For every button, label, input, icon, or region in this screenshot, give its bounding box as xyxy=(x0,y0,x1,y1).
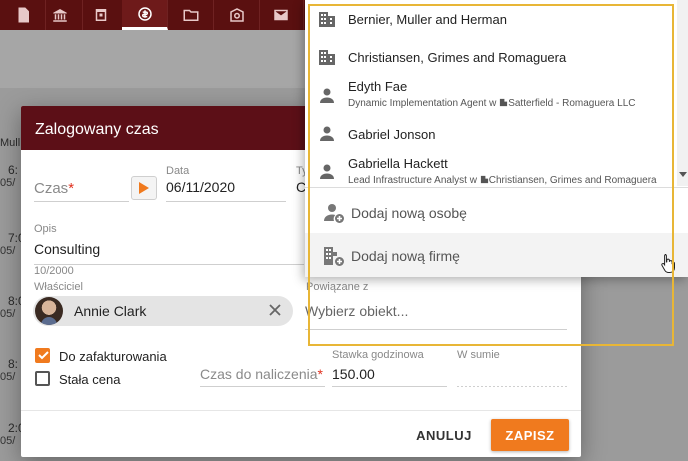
to-invoice-checkbox[interactable] xyxy=(35,348,50,363)
list-item-subtitle: Lead Infrastructure Analyst w Christians… xyxy=(348,175,657,186)
person-icon xyxy=(317,162,337,187)
total-label: W sumie xyxy=(457,349,500,361)
close-icon[interactable] xyxy=(267,302,283,318)
scroll-down-arrow[interactable] xyxy=(679,172,687,177)
description-label: Opis xyxy=(34,223,57,235)
related-label: Powiązane z xyxy=(306,281,369,293)
owner-chip[interactable]: Annie Clark xyxy=(33,296,293,326)
building-icon xyxy=(317,47,337,72)
add-company-button[interactable]: Dodaj nową firmę xyxy=(305,233,688,277)
add-company-label: Dodaj nową firmę xyxy=(351,248,460,264)
list-item-title: Christiansen, Grimes and Romaguera xyxy=(348,50,567,65)
background-row: 8:0 05/ xyxy=(0,294,25,320)
total-underline xyxy=(457,386,567,387)
related-underline xyxy=(305,329,567,330)
fixed-price-label: Stała cena xyxy=(59,372,121,387)
dropdown-scrollbar[interactable] xyxy=(677,0,688,186)
background-row: 7:0 05/ xyxy=(0,231,25,257)
person-icon xyxy=(317,124,337,149)
date-label: Data xyxy=(166,165,190,177)
list-item-subtitle: Dynamic Implementation Agent w Satterfie… xyxy=(348,98,636,109)
nav-mail-icon[interactable] xyxy=(258,0,304,30)
building-icon xyxy=(317,9,337,34)
list-item[interactable]: Gabriel Jonson xyxy=(305,118,677,150)
cancel-button[interactable]: ANULUJ xyxy=(407,420,481,450)
list-item[interactable]: Christiansen, Grimes and Romaguera xyxy=(305,38,677,74)
check-icon xyxy=(38,351,49,360)
hourly-rate-label: Stawka godzinowa xyxy=(332,349,424,361)
background-row: 2:0 05/ xyxy=(0,421,25,447)
nav-calendar-icon[interactable] xyxy=(78,0,124,30)
list-item[interactable]: Gabriella Hackett Lead Infrastructure An… xyxy=(305,150,677,188)
background-column-header: Mull xyxy=(0,137,21,149)
list-item-title: Edyth Fae xyxy=(348,79,408,94)
list-item[interactable]: Bernier, Muller and Herman xyxy=(305,0,677,38)
list-item-title: Bernier, Muller and Herman xyxy=(348,12,507,27)
avatar xyxy=(35,297,63,325)
time-field[interactable]: Czas* xyxy=(34,180,74,197)
building-icon xyxy=(500,98,508,107)
fixed-price-checkbox[interactable] xyxy=(35,371,50,386)
list-item[interactable]: Edyth Fae Dynamic Implementation Agent w… xyxy=(305,74,677,118)
play-icon xyxy=(139,182,149,194)
related-object-dropdown: Bernier, Muller and Herman Christiansen,… xyxy=(305,0,688,277)
description-counter: 10/2000 xyxy=(34,265,74,277)
to-invoice-label: Do zafakturowania xyxy=(59,349,167,364)
start-timer-button[interactable] xyxy=(131,176,157,200)
description-underline xyxy=(34,264,304,265)
save-button[interactable]: ZAPISZ xyxy=(491,419,569,451)
date-underline xyxy=(166,201,286,202)
related-input[interactable]: Wybierz obiekt... xyxy=(305,303,408,319)
description-input[interactable]: Consulting xyxy=(34,241,100,257)
person-icon xyxy=(317,86,337,111)
background-row: 6: 05/ xyxy=(0,163,19,189)
nav-bank-icon[interactable] xyxy=(37,0,83,30)
billable-time-input[interactable]: Czas do naliczenia* xyxy=(200,366,323,382)
hand-cursor-icon xyxy=(661,254,675,273)
add-company-icon xyxy=(323,245,345,272)
owner-name: Annie Clark xyxy=(74,303,147,319)
time-field-underline xyxy=(34,201,129,202)
hourly-rate-underline xyxy=(332,386,447,387)
billable-time-underline xyxy=(200,386,325,387)
nav-folder-icon[interactable] xyxy=(168,0,214,30)
list-item-title: Gabriella Hackett xyxy=(348,156,448,171)
owner-label: Właściciel xyxy=(34,281,83,293)
building-icon xyxy=(480,175,488,184)
nav-settings-icon[interactable] xyxy=(214,0,260,30)
list-item-title: Gabriel Jonson xyxy=(348,127,436,142)
add-person-label: Dodaj nową osobę xyxy=(351,205,467,221)
dropdown-divider xyxy=(305,187,688,188)
add-person-icon xyxy=(323,202,345,229)
nav-time-money-icon[interactable] xyxy=(122,0,168,30)
add-person-button[interactable]: Dodaj nową osobę xyxy=(305,190,688,234)
hourly-rate-input[interactable]: 150.00 xyxy=(332,366,375,382)
background-row: 8: 05/ xyxy=(0,357,19,383)
date-input[interactable]: 06/11/2020 xyxy=(166,179,235,195)
dialog-footer-divider xyxy=(21,410,581,411)
